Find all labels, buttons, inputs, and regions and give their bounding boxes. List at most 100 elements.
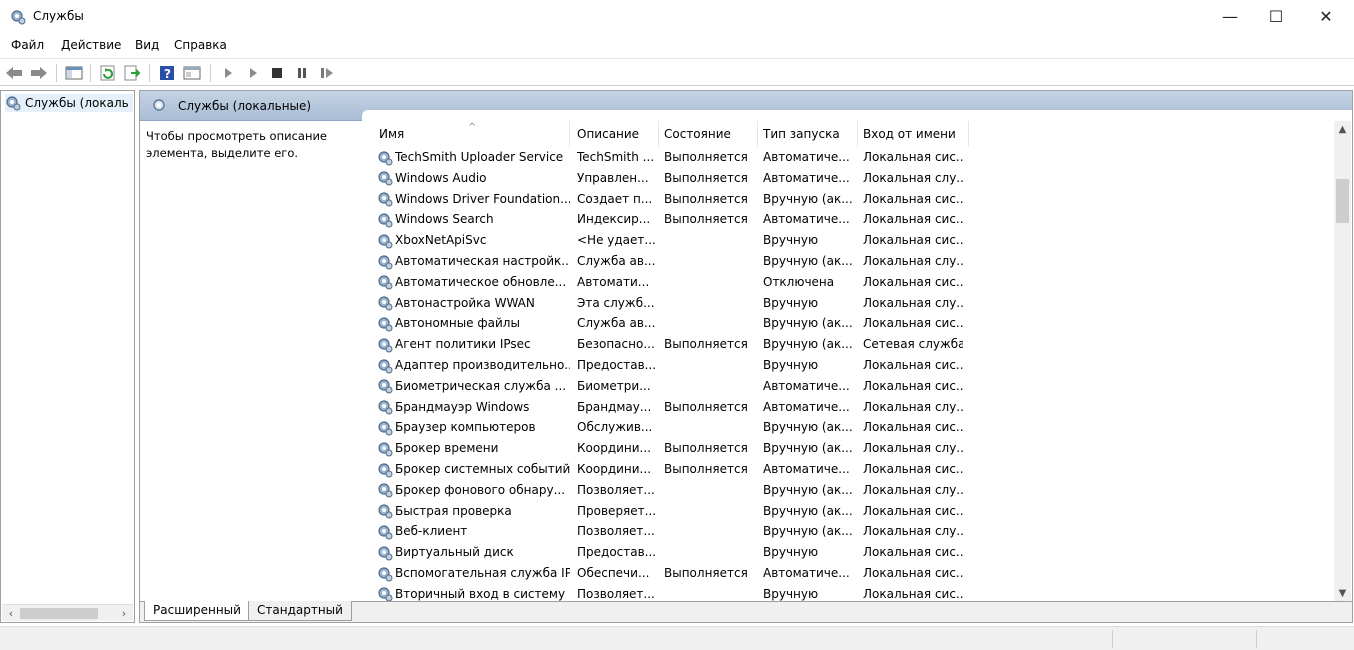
scroll-right-icon[interactable]: › bbox=[117, 605, 131, 622]
service-gear-icon bbox=[378, 358, 393, 373]
service-description: Предостав... bbox=[577, 545, 657, 560]
menu-view[interactable]: Вид bbox=[135, 38, 159, 52]
table-row[interactable]: Windows Driver Foundation... Создает п...… bbox=[374, 189, 1334, 210]
table-row[interactable]: Windows Audio Управлен... Выполняется Автом… bbox=[374, 168, 1334, 189]
table-row[interactable]: Браузер компьютеров Обслужив... Вручную (а… bbox=[374, 417, 1334, 438]
back-arrow-icon[interactable] bbox=[4, 63, 24, 83]
maximize-button[interactable]: ☐ bbox=[1253, 0, 1299, 32]
help-icon[interactable]: ? bbox=[157, 63, 177, 83]
table-row[interactable]: Вспомогательная служба IP Обеспечи... Выпо… bbox=[374, 563, 1334, 584]
service-state bbox=[664, 521, 759, 542]
service-name-cell: Брокер системных событий bbox=[374, 459, 570, 480]
column-header-name[interactable]: Имя ^ bbox=[374, 121, 570, 147]
table-row[interactable]: Брокер фонового обнару... Позволяет... Вру… bbox=[374, 480, 1334, 501]
service-state bbox=[664, 501, 759, 522]
table-row[interactable]: Брокер времени Координи... Выполняется Вруч… bbox=[374, 438, 1334, 459]
service-name-cell: Windows Audio bbox=[374, 168, 570, 189]
service-name: Виртуальный диск bbox=[395, 545, 514, 560]
service-startup-type: Отключена bbox=[763, 274, 835, 289]
show-hide-console-tree-icon[interactable] bbox=[64, 63, 84, 83]
start-service-icon[interactable] bbox=[218, 63, 238, 83]
tree-item-label: Службы (локаль bbox=[25, 96, 129, 110]
tab-extended[interactable]: Расширенный bbox=[144, 601, 250, 621]
start-alt-icon[interactable] bbox=[243, 63, 263, 83]
services-pane: Службы (локальные) Чтобы просмотреть опи… bbox=[139, 90, 1353, 623]
table-row[interactable]: Биометрическая служба ... Биометри... Авто… bbox=[374, 376, 1334, 397]
service-startup-type: Вручную (ак... bbox=[763, 503, 853, 518]
column-header-startup-type[interactable]: Тип запуска bbox=[758, 121, 858, 147]
service-logon-as: Локальная сис... bbox=[863, 233, 963, 248]
table-row[interactable]: Веб-клиент Позволяет... Вручную (ак... Лока… bbox=[374, 521, 1334, 542]
service-name: Адаптер производительно... bbox=[395, 358, 570, 372]
service-description: Брандмау... bbox=[577, 399, 652, 414]
table-row[interactable]: Автоматическая настройк... Служба ав... Вр… bbox=[374, 251, 1334, 272]
column-header-logon[interactable]: Вход от имени bbox=[858, 121, 969, 147]
service-gear-icon bbox=[378, 338, 393, 353]
table-row[interactable]: Автонастройка WWAN Эта служб... Вручную Лок… bbox=[374, 293, 1334, 314]
service-name: TechSmith Uploader Service bbox=[395, 150, 564, 164]
table-row[interactable]: Автономные файлы Служба ав... Вручную (ак.… bbox=[374, 313, 1334, 334]
vertical-scrollbar[interactable]: ▲ ▼ bbox=[1334, 121, 1351, 602]
scroll-thumb[interactable] bbox=[20, 608, 98, 619]
table-row[interactable]: Брокер системных событий Координи... Выпол… bbox=[374, 459, 1334, 480]
table-row[interactable]: TechSmith Uploader Service TechSmith ... В… bbox=[374, 147, 1334, 168]
service-name-cell: Автоматическая настройк... bbox=[374, 251, 570, 272]
menu-action[interactable]: Действие bbox=[61, 38, 121, 52]
menu-help[interactable]: Справка bbox=[174, 38, 227, 52]
sort-arrow-icon: ^ bbox=[468, 122, 477, 133]
service-name-cell: Брокер времени bbox=[374, 438, 570, 459]
properties-icon[interactable] bbox=[182, 63, 202, 83]
tree-item-services-local[interactable]: Службы (локаль bbox=[5, 94, 133, 112]
service-description: Проверяет... bbox=[577, 503, 657, 518]
stop-service-icon[interactable] bbox=[267, 63, 287, 83]
service-description: Позволяет... bbox=[577, 524, 655, 539]
service-name: Брокер времени bbox=[395, 441, 499, 456]
title-bar: Службы — ☐ ✕ bbox=[0, 0, 1354, 34]
tab-standard[interactable]: Стандартный bbox=[248, 601, 352, 621]
table-row[interactable]: Адаптер производительно... Предостав... Вр… bbox=[374, 355, 1334, 376]
menu-file[interactable]: Файл bbox=[11, 38, 44, 52]
service-startup-type: Вручную bbox=[763, 295, 819, 310]
refresh-icon[interactable] bbox=[98, 63, 118, 83]
horizontal-scrollbar[interactable]: ‹ › bbox=[2, 604, 133, 621]
service-state bbox=[664, 272, 759, 293]
table-row[interactable]: Виртуальный диск Предостав... Вручную Локал… bbox=[374, 542, 1334, 563]
table-row[interactable]: Вторичный вход в систему Позволяет... Вруч… bbox=[374, 584, 1334, 601]
service-state bbox=[664, 376, 759, 397]
table-row[interactable]: Быстрая проверка Проверяет... Вручную (ак.… bbox=[374, 501, 1334, 522]
table-row[interactable]: Брандмауэр Windows Брандмау... Выполняется… bbox=[374, 397, 1334, 418]
service-gear-icon bbox=[378, 421, 393, 436]
status-bar bbox=[0, 626, 1354, 650]
service-gear-icon bbox=[378, 254, 393, 269]
service-description: Индексир... bbox=[577, 212, 651, 227]
scroll-up-icon[interactable]: ▲ bbox=[1334, 121, 1351, 138]
service-state: Выполняется bbox=[664, 337, 748, 352]
scroll-left-icon[interactable]: ‹ bbox=[4, 605, 18, 622]
service-startup-type: Вручную (ак... bbox=[763, 191, 853, 206]
service-gear-icon bbox=[378, 213, 393, 228]
close-button[interactable]: ✕ bbox=[1303, 0, 1349, 32]
table-row[interactable]: XboxNetApiSvc <Не удает... Вручную Локальна… bbox=[374, 230, 1334, 251]
export-list-icon[interactable] bbox=[122, 63, 142, 83]
service-name: Windows Driver Foundation... bbox=[395, 191, 570, 206]
column-header-state[interactable]: Состояние bbox=[659, 121, 758, 147]
minimize-button[interactable]: — bbox=[1207, 0, 1253, 32]
service-state: Выполняется bbox=[664, 399, 748, 414]
service-startup-type: Вручную bbox=[763, 586, 819, 601]
service-startup-type: Автоматиче... bbox=[763, 150, 850, 164]
pause-service-icon[interactable] bbox=[292, 63, 312, 83]
scroll-down-icon[interactable]: ▼ bbox=[1334, 585, 1351, 602]
service-logon-as: Локальная сис... bbox=[863, 545, 963, 560]
scroll-thumb[interactable] bbox=[1336, 179, 1349, 223]
table-row[interactable]: Агент политики IPsec Безопасно... Выполняе… bbox=[374, 334, 1334, 355]
service-name-cell: XboxNetApiSvc bbox=[374, 230, 570, 251]
resume-service-icon[interactable] bbox=[317, 63, 337, 83]
column-header-description[interactable]: Описание bbox=[572, 121, 659, 147]
table-row[interactable]: Автоматическое обновле... Автомати... Откл… bbox=[374, 272, 1334, 293]
service-name-cell: Быстрая проверка bbox=[374, 501, 570, 522]
forward-arrow-icon[interactable] bbox=[29, 63, 49, 83]
table-row[interactable]: Windows Search Индексир... Выполняется Авто… bbox=[374, 209, 1334, 230]
service-name-cell: TechSmith Uploader Service bbox=[374, 147, 570, 168]
service-gear-icon bbox=[378, 442, 393, 457]
service-name: Windows Search bbox=[395, 212, 494, 227]
